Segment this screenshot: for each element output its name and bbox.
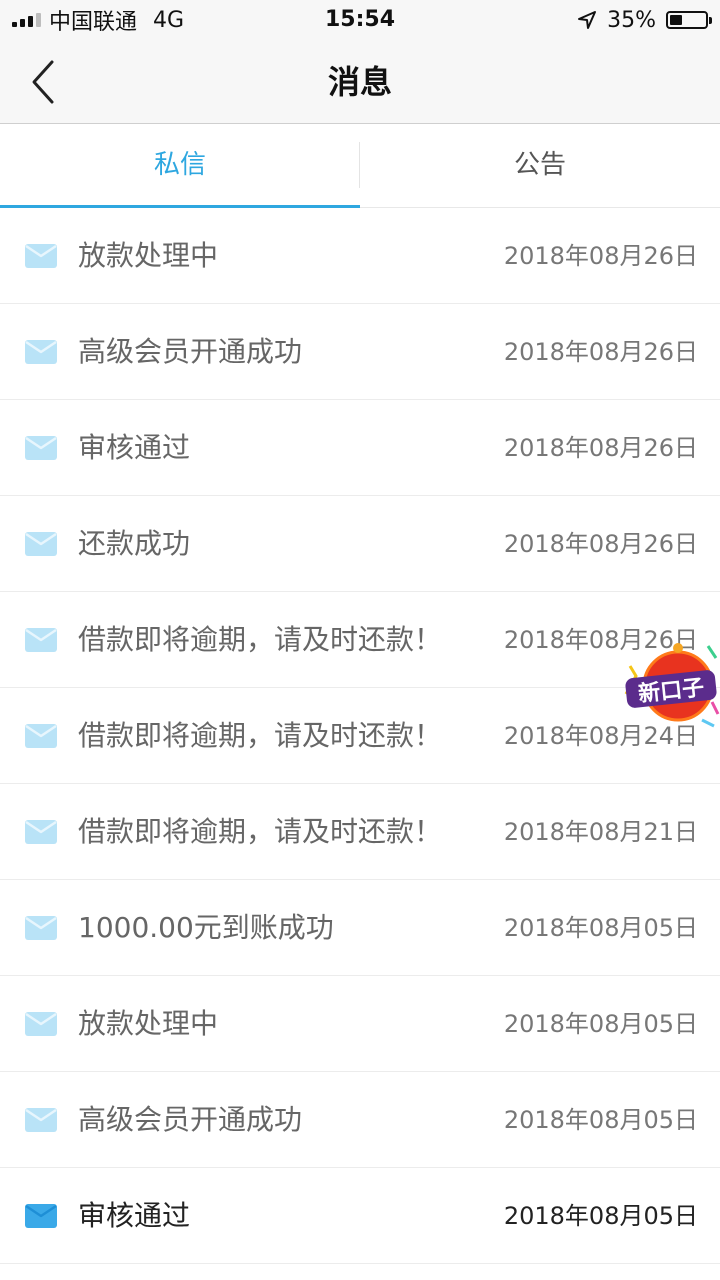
envelope-icon: [25, 724, 57, 748]
message-date: 2018年08月26日: [503, 242, 698, 270]
envelope-icon: [25, 244, 57, 268]
status-bar: 中国联通 4G 15:54 35%: [0, 0, 720, 40]
message-title: 借款即将逾期，请及时还款！: [78, 719, 443, 752]
message-date: 2018年08月26日: [503, 434, 698, 462]
promo-badge-icon: 新口子: [624, 643, 720, 728]
message-date: 2018年08月05日: [503, 1202, 698, 1230]
message-item[interactable]: 放款处理中 2018年08月26日: [0, 208, 720, 304]
message-title: 审核通过: [78, 431, 191, 464]
envelope-icon: [25, 1204, 57, 1228]
message-title: 借款即将逾期，请及时还款！: [78, 815, 443, 848]
message-date: 2018年08月05日: [503, 1106, 698, 1134]
message-title: 放款处理中: [78, 1007, 219, 1040]
message-list: 放款处理中 2018年08月26日 高级会员开通成功 2018年08月26日 审核通过 2…: [0, 208, 720, 1264]
message-date: 2018年08月26日: [503, 338, 698, 366]
message-date: 2018年08月05日: [503, 1010, 698, 1038]
envelope-icon: [25, 1108, 57, 1132]
page-title: 消息: [327, 63, 392, 101]
message-item[interactable]: 借款即将逾期，请及时还款！ 2018年08月26日: [0, 592, 720, 688]
battery-icon: [666, 11, 712, 29]
envelope-icon: [25, 820, 57, 844]
tab-announcements[interactable]: 公告: [360, 124, 720, 207]
location-arrow-icon: [578, 11, 597, 29]
message-title: 还款成功: [78, 527, 191, 560]
message-title: 借款即将逾期，请及时还款！: [78, 623, 443, 656]
back-button[interactable]: [22, 56, 70, 108]
message-item[interactable]: 高级会员开通成功 2018年08月05日: [0, 1072, 720, 1168]
message-item[interactable]: 借款即将逾期，请及时还款！ 2018年08月21日: [0, 784, 720, 880]
message-item[interactable]: 1000.00元到账成功 2018年08月05日: [0, 880, 720, 976]
message-date: 2018年08月26日: [503, 530, 698, 558]
navigation-bar: 消息: [0, 40, 720, 124]
chevron-left-icon: [32, 60, 54, 104]
tab-private-messages[interactable]: 私信: [0, 124, 360, 208]
message-title: 审核通过: [78, 1199, 191, 1232]
tab-divider: [359, 142, 360, 188]
message-date: 2018年08月21日: [503, 818, 698, 846]
envelope-icon: [25, 916, 57, 940]
message-title: 高级会员开通成功: [78, 1103, 303, 1136]
envelope-icon: [25, 1012, 57, 1036]
message-title: 高级会员开通成功: [78, 335, 303, 368]
message-item[interactable]: 高级会员开通成功 2018年08月26日: [0, 304, 720, 400]
message-item[interactable]: 审核通过 2018年08月05日: [0, 1168, 720, 1264]
envelope-icon: [25, 628, 57, 652]
envelope-icon: [25, 436, 57, 460]
envelope-icon: [25, 532, 57, 556]
message-item[interactable]: 还款成功 2018年08月26日: [0, 496, 720, 592]
envelope-icon: [25, 340, 57, 364]
message-item[interactable]: 借款即将逾期，请及时还款！ 2018年08月24日: [0, 688, 720, 784]
message-title: 1000.00元到账成功: [78, 911, 334, 944]
message-item[interactable]: 放款处理中 2018年08月05日: [0, 976, 720, 1072]
status-right: 35%: [577, 0, 712, 40]
battery-fill: [670, 15, 682, 25]
message-title: 放款处理中: [78, 239, 219, 272]
new-loan-float-badge[interactable]: 新口子: [622, 636, 720, 732]
message-date: 2018年08月05日: [503, 914, 698, 942]
tab-bar: 私信 公告: [0, 124, 720, 208]
message-item[interactable]: 审核通过 2018年08月26日: [0, 400, 720, 496]
battery-percent: 35%: [607, 7, 656, 33]
